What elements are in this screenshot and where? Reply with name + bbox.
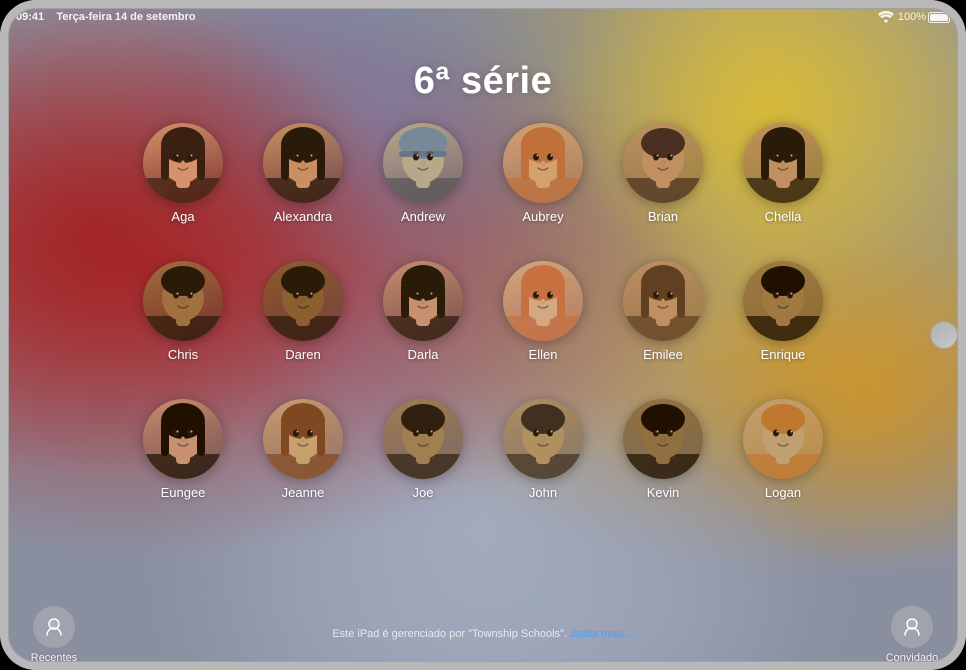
- avatar-enrique: [743, 261, 823, 341]
- student-name-chris: Chris: [168, 347, 198, 362]
- student-brian[interactable]: Brian: [608, 123, 718, 253]
- avatar-jeanne: [263, 399, 343, 479]
- student-name-kevin: Kevin: [647, 485, 680, 500]
- student-name-ellen: Ellen: [529, 347, 558, 362]
- student-name-emilee: Emilee: [643, 347, 683, 362]
- avatar-kevin: [623, 399, 703, 479]
- avatar-emilee: [623, 261, 703, 341]
- status-time-date: 09:41 Terça-feira 14 de setembro: [16, 11, 196, 23]
- battery-icon: 100%: [898, 11, 950, 23]
- avatar-aubrey: [503, 123, 583, 203]
- battery-fill: [930, 14, 948, 21]
- avatar-ellen: [503, 261, 583, 341]
- recents-icon: [33, 606, 75, 648]
- avatar-darla: [383, 261, 463, 341]
- avatar-chella: [743, 123, 823, 203]
- student-john[interactable]: John: [488, 399, 598, 529]
- wifi-icon: [878, 11, 894, 23]
- students-grid: Aga: [128, 123, 838, 529]
- avatar-alexandra: [263, 123, 343, 203]
- student-daren[interactable]: Daren: [248, 261, 358, 391]
- avatar-aga: [143, 123, 223, 203]
- battery-percent: 100%: [898, 11, 926, 23]
- student-name-brian: Brian: [648, 209, 678, 224]
- managed-text: Este iPad é gerenciado por "Township Sch…: [84, 627, 882, 642]
- student-name-alexandra: Alexandra: [274, 209, 333, 224]
- student-andrew[interactable]: Andrew: [368, 123, 478, 253]
- home-button[interactable]: [930, 321, 958, 349]
- student-name-aga: Aga: [171, 209, 194, 224]
- student-jeanne[interactable]: Jeanne: [248, 399, 358, 529]
- avatar-andrew: [383, 123, 463, 203]
- avatar-daren: [263, 261, 343, 341]
- status-date: Terça-feira 14 de setembro: [56, 11, 195, 23]
- student-name-daren: Daren: [285, 347, 320, 362]
- avatar-brian: [623, 123, 703, 203]
- avatar-eungee: [143, 399, 223, 479]
- convidado-label: Convidado: [886, 652, 939, 664]
- status-bar: 09:41 Terça-feira 14 de setembro 100%: [0, 0, 966, 28]
- student-name-andrew: Andrew: [401, 209, 445, 224]
- student-logan[interactable]: Logan: [728, 399, 838, 529]
- student-name-john: John: [529, 485, 557, 500]
- student-name-aubrey: Aubrey: [522, 209, 563, 224]
- student-aubrey[interactable]: Aubrey: [488, 123, 598, 253]
- avatar-chris: [143, 261, 223, 341]
- status-right: 100%: [878, 11, 950, 23]
- recentes-label: Recentes: [31, 652, 77, 664]
- bottom-bar: Recentes Este iPad é gerenciado por "Tow…: [0, 600, 966, 670]
- status-time: 09:41: [16, 11, 44, 23]
- student-name-joe: Joe: [413, 485, 434, 500]
- student-name-enrique: Enrique: [761, 347, 806, 362]
- student-name-darla: Darla: [407, 347, 438, 362]
- student-aga[interactable]: Aga: [128, 123, 238, 253]
- student-enrique[interactable]: Enrique: [728, 261, 838, 391]
- student-name-logan: Logan: [765, 485, 801, 500]
- student-eungee[interactable]: Eungee: [128, 399, 238, 529]
- student-ellen[interactable]: Ellen: [488, 261, 598, 391]
- guest-icon: [891, 606, 933, 648]
- student-emilee[interactable]: Emilee: [608, 261, 718, 391]
- avatar-john: [503, 399, 583, 479]
- student-name-jeanne: Jeanne: [282, 485, 325, 500]
- class-title: 6ª série: [414, 60, 553, 103]
- avatar-joe: [383, 399, 463, 479]
- student-chella[interactable]: Chella: [728, 123, 838, 253]
- ipad-frame: 09:41 Terça-feira 14 de setembro 100%: [0, 0, 966, 670]
- student-darla[interactable]: Darla: [368, 261, 478, 391]
- battery-bar: [928, 12, 950, 23]
- screen-content: 09:41 Terça-feira 14 de setembro 100%: [0, 0, 966, 670]
- student-alexandra[interactable]: Alexandra: [248, 123, 358, 253]
- learn-more-link[interactable]: Saiba mais...: [570, 628, 634, 640]
- convidado-button[interactable]: Convidado: [882, 606, 942, 664]
- recentes-button[interactable]: Recentes: [24, 606, 84, 664]
- student-joe[interactable]: Joe: [368, 399, 478, 529]
- avatar-logan: [743, 399, 823, 479]
- student-name-eungee: Eungee: [161, 485, 206, 500]
- student-chris[interactable]: Chris: [128, 261, 238, 391]
- managed-label: Este iPad é gerenciado por "Township Sch…: [332, 628, 567, 640]
- student-name-chella: Chella: [765, 209, 802, 224]
- student-kevin[interactable]: Kevin: [608, 399, 718, 529]
